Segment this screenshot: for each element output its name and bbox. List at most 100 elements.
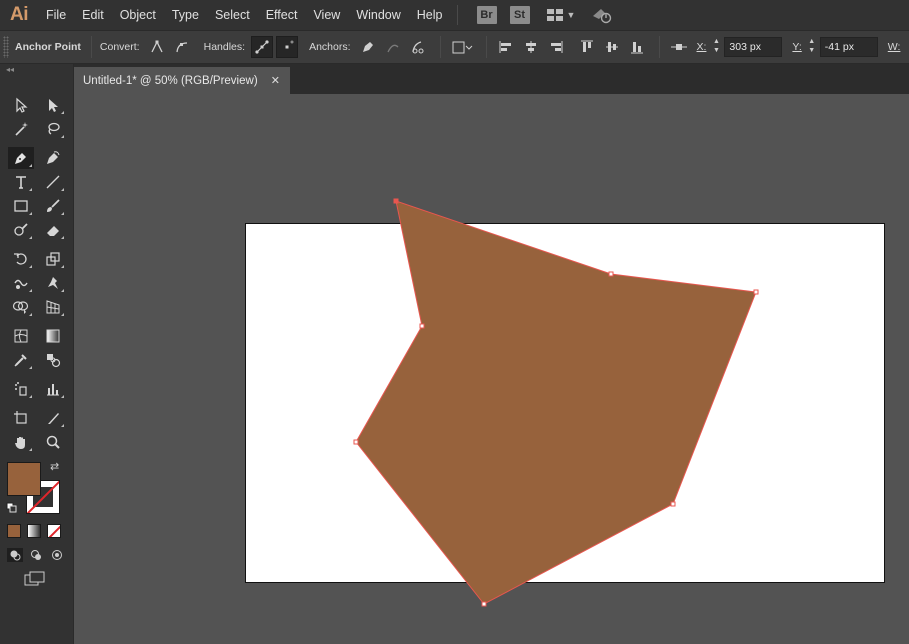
eyedropper-icon[interactable]	[8, 349, 34, 371]
menu-bar: Ai File Edit Object Type Select Effect V…	[0, 0, 909, 30]
anchor-point[interactable]	[393, 198, 399, 204]
screen-mode-icon[interactable]	[24, 571, 46, 587]
y-label: Y:	[792, 41, 802, 53]
anchor-point[interactable]	[608, 271, 614, 277]
menu-object[interactable]: Object	[112, 0, 164, 30]
hand-icon[interactable]	[8, 431, 34, 453]
menu-window[interactable]: Window	[348, 0, 408, 30]
menu-select[interactable]: Select	[207, 0, 258, 30]
control-divider	[90, 36, 92, 58]
connect-path-icon[interactable]	[382, 36, 404, 58]
lasso-icon[interactable]	[40, 118, 66, 140]
arrange-documents-button[interactable]: ▼	[546, 9, 575, 21]
anchor-point[interactable]	[753, 289, 759, 295]
anchor-point[interactable]	[481, 601, 487, 607]
x-stepper-icon[interactable]: ▲ ▼	[710, 37, 722, 57]
tool-row	[8, 272, 66, 294]
menu-divider	[456, 5, 458, 25]
remove-anchor-icon[interactable]	[357, 36, 379, 58]
close-icon[interactable]: ✕	[271, 74, 280, 87]
draw-inside-icon[interactable]	[49, 548, 65, 562]
color-mode-row	[7, 524, 61, 538]
control-divider	[439, 36, 441, 58]
direct-selection-icon[interactable]	[40, 94, 66, 116]
document-tab[interactable]: Untitled-1* @ 50% (RGB/Preview) ✕	[74, 67, 290, 94]
line-segment-icon[interactable]	[40, 171, 66, 193]
gradient-icon[interactable]	[40, 325, 66, 347]
slice-icon[interactable]	[40, 407, 66, 429]
align-left-icon[interactable]	[495, 36, 517, 58]
convert-corner-icon[interactable]	[146, 36, 168, 58]
zoom-icon[interactable]	[40, 431, 66, 453]
document-tab-bar: Untitled-1* @ 50% (RGB/Preview) ✕	[74, 64, 909, 94]
scale-icon[interactable]	[40, 248, 66, 270]
canvas-area[interactable]	[74, 94, 909, 644]
collapse-panel-icon[interactable]: ◂◂	[0, 64, 73, 76]
swap-fill-stroke-icon[interactable]: ⇄	[50, 460, 59, 473]
tool-row	[8, 248, 66, 270]
draw-behind-icon[interactable]	[28, 548, 44, 562]
tool-row	[8, 195, 66, 217]
align-center-h-icon[interactable]	[520, 36, 542, 58]
curvature-icon[interactable]	[40, 147, 66, 169]
symbol-sprayer-icon[interactable]	[8, 378, 34, 400]
isolate-mask-icon[interactable]	[449, 36, 475, 58]
show-handles-icon[interactable]	[251, 36, 274, 58]
selection-icon[interactable]	[8, 94, 34, 116]
tool-row	[8, 349, 66, 371]
rotate-icon[interactable]	[8, 248, 34, 270]
puppet-warp-icon[interactable]	[40, 272, 66, 294]
align-right-icon[interactable]	[545, 36, 567, 58]
none-mode-icon[interactable]	[47, 524, 61, 538]
type-icon[interactable]	[8, 171, 34, 193]
color-mode-icon[interactable]	[7, 524, 21, 538]
mesh-icon[interactable]	[8, 325, 34, 347]
eraser-icon[interactable]	[40, 219, 66, 241]
control-bar: Anchor Point Convert: Handles: Anchors:	[0, 30, 909, 64]
anchor-point[interactable]	[353, 439, 359, 445]
anchor-point[interactable]	[419, 323, 425, 329]
gradient-mode-icon[interactable]	[27, 524, 41, 538]
app-logo: Ai	[10, 4, 29, 25]
magic-wand-icon[interactable]	[8, 118, 34, 140]
gpu-performance-icon[interactable]	[591, 6, 613, 24]
reference-point-icon[interactable]	[668, 36, 690, 58]
polygon-path[interactable]	[355, 200, 757, 605]
y-stepper-icon[interactable]: ▲ ▼	[806, 37, 818, 57]
default-fill-stroke-icon[interactable]	[6, 502, 18, 514]
x-input[interactable]	[724, 37, 783, 57]
control-bar-grip[interactable]	[3, 36, 9, 58]
shaper-icon[interactable]	[8, 219, 34, 241]
rectangle-icon[interactable]	[8, 195, 34, 217]
paintbrush-icon[interactable]	[40, 195, 66, 217]
stock-button[interactable]: St	[509, 6, 530, 24]
menu-effect[interactable]: Effect	[258, 0, 306, 30]
draw-normal-icon[interactable]	[7, 548, 23, 562]
convert-smooth-icon[interactable]	[171, 36, 193, 58]
control-divider	[485, 36, 487, 58]
menu-help[interactable]: Help	[409, 0, 451, 30]
menu-file[interactable]: File	[38, 0, 74, 30]
menu-type[interactable]: Type	[164, 0, 207, 30]
shape-builder-icon[interactable]	[8, 296, 34, 318]
cut-path-icon[interactable]	[407, 36, 429, 58]
align-bottom-icon[interactable]	[626, 36, 648, 58]
menu-view[interactable]: View	[305, 0, 348, 30]
hide-handles-icon[interactable]	[276, 36, 299, 58]
menu-edit[interactable]: Edit	[74, 0, 112, 30]
bridge-button[interactable]: Br	[476, 6, 497, 24]
arrange-grid-icon	[546, 9, 563, 21]
tool-row	[8, 171, 66, 193]
anchor-point[interactable]	[670, 501, 676, 507]
fill-swatch[interactable]	[7, 462, 41, 496]
align-top-icon[interactable]	[576, 36, 598, 58]
perspective-grid-icon[interactable]	[40, 296, 66, 318]
align-middle-v-icon[interactable]	[601, 36, 623, 58]
artboard-icon[interactable]	[8, 407, 34, 429]
blend-icon[interactable]	[40, 349, 66, 371]
column-graph-icon[interactable]	[40, 378, 66, 400]
tool-row	[8, 219, 66, 241]
pen-icon[interactable]	[8, 147, 34, 169]
y-input[interactable]	[819, 37, 878, 57]
warp-icon[interactable]	[8, 272, 34, 294]
